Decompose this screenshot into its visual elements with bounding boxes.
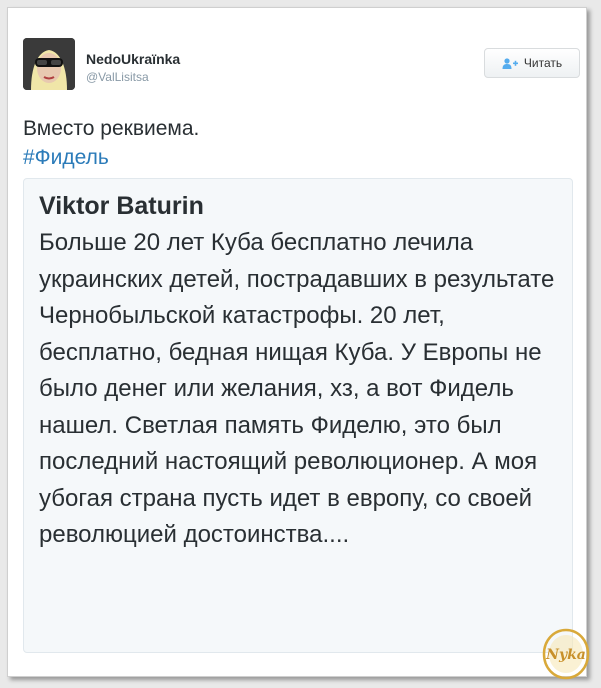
hashtag-link[interactable]: #Фидель [23,143,199,172]
avatar-image [23,38,75,90]
quoted-tweet[interactable]: Viktor Baturin Больше 20 лет Куба беспла… [23,178,573,653]
quoted-author: Viktor Baturin [39,192,204,220]
avatar[interactable] [23,38,75,90]
add-user-icon [502,57,518,69]
watermark-logo: Nyka [542,628,590,680]
author-handle[interactable]: @ValLisitsa [86,70,149,84]
author-name[interactable]: NedoUkraїnka [86,51,180,67]
follow-button-label: Читать [523,56,563,70]
tweet-text-block: Вместо реквиема. #Фидель [23,114,199,172]
tweet-text: Вместо реквиема. [23,117,200,140]
tweet-card: NedoUkraїnka @ValLisitsa Читать Вместо р… [7,7,590,680]
follow-button[interactable]: Читать [484,48,580,78]
svg-text:Nyka: Nyka [545,647,586,663]
quoted-text: Больше 20 лет Куба бесплатно лечила укра… [39,229,555,548]
